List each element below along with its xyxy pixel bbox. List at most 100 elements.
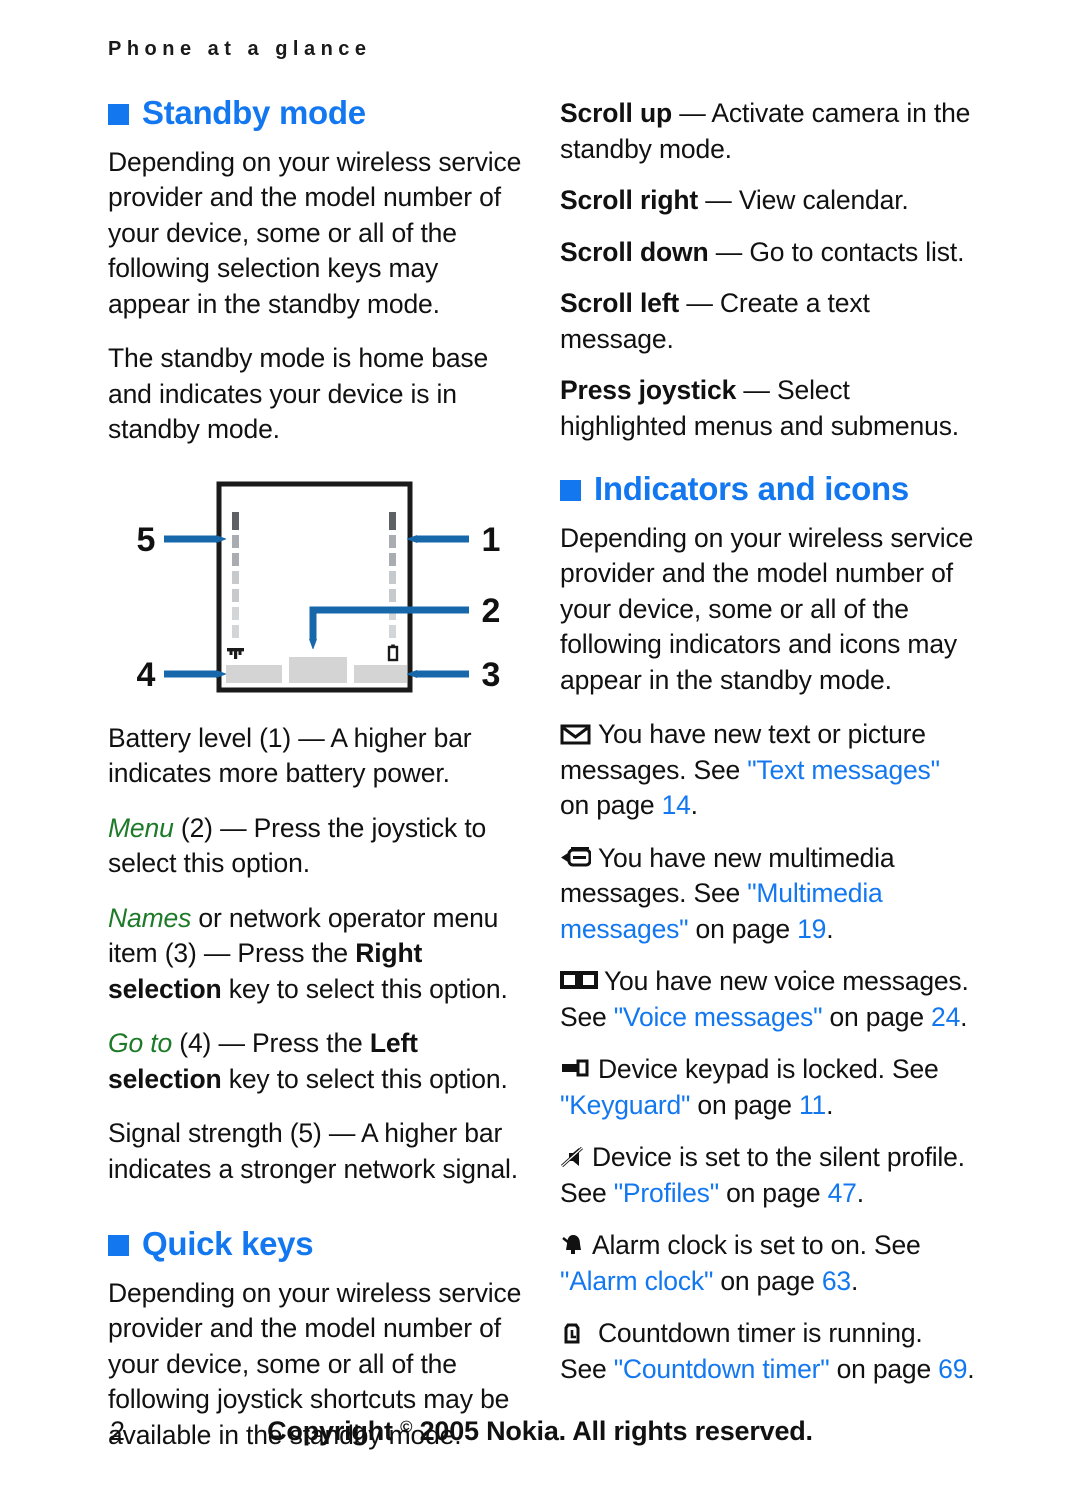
indicator-page-number[interactable]: 24	[931, 1002, 960, 1032]
indicator-page-number[interactable]: 11	[799, 1090, 826, 1120]
callout-number-4: 4	[137, 656, 156, 694]
legend-dash: —	[218, 1028, 245, 1059]
indicator-link[interactable]: "Voice messages"	[614, 1002, 823, 1032]
phone-standby-screen-diagram: 5 4 1 2 3	[108, 467, 523, 699]
envelope-icon	[560, 722, 594, 748]
legend-number: (1)	[259, 722, 292, 753]
quick-key-dash: —	[686, 288, 713, 318]
legend-lead: Names	[108, 902, 192, 933]
quick-keys-heading-label: Quick keys	[142, 1225, 314, 1263]
voice-message-icon	[560, 969, 600, 995]
indicator-multimedia-messages: You have new multimedia messages. See "M…	[560, 841, 975, 948]
left-column: Standby mode Depending on your wireless …	[108, 94, 523, 1472]
quick-key-label: Scroll up	[560, 98, 673, 128]
manual-page: Phone at a glance Standby mode Depending…	[0, 0, 1080, 1496]
quick-key-dash: —	[679, 98, 706, 128]
standby-mode-heading-label: Standby mode	[142, 94, 366, 131]
indicator-text-mid: on page	[688, 913, 798, 944]
indicator-link[interactable]: "Alarm clock"	[560, 1266, 713, 1296]
right-softkey-bar	[354, 664, 407, 683]
callout-number-1: 1	[482, 521, 501, 559]
left-softkey-bar	[226, 664, 282, 683]
silent-profile-icon	[560, 1145, 588, 1171]
indicator-page-number[interactable]: 69	[938, 1354, 967, 1384]
indicator-text-mid: on page	[822, 1001, 932, 1032]
indicator-link[interactable]: "Countdown timer"	[614, 1354, 830, 1384]
indicator-link[interactable]: "Text messages"	[747, 755, 940, 785]
legend-lead: Menu	[108, 812, 174, 843]
alarm-clock-icon	[560, 1233, 588, 1259]
indicator-page-number[interactable]: 63	[822, 1266, 851, 1296]
legend-number: (2)	[180, 812, 213, 843]
indicator-text-messages: You have new text or picture messages. S…	[560, 717, 975, 824]
indicator-text-after: .	[826, 1089, 834, 1120]
indicator-page-number[interactable]: 14	[662, 790, 691, 820]
indicator-countdown-timer: Countdown timer is running. See "Countdo…	[560, 1316, 975, 1387]
legend-item-goto: Go to (4) — Press the Left selection key…	[108, 1026, 523, 1097]
quick-key-text: Go to contacts list.	[749, 236, 965, 267]
indicator-text-mid: on page	[829, 1353, 939, 1384]
legend-item-signal: Signal strength (5) — A higher bar indic…	[108, 1116, 523, 1187]
blue-square-bullet-icon	[560, 479, 581, 501]
indicators-heading-label: Indicators and icons	[594, 470, 909, 507]
indicator-alarm-clock: Alarm clock is set to on. See "Alarm clo…	[560, 1228, 975, 1299]
blue-square-bullet-icon	[108, 1234, 129, 1256]
indicator-text-after: .	[690, 790, 698, 821]
indicator-text: Alarm clock is set to on. See	[592, 1230, 921, 1261]
quick-key-dash: —	[705, 185, 732, 215]
copyright-text-after: 2005 Nokia. All rights reserved.	[412, 1416, 813, 1446]
legend-number: (5)	[289, 1118, 322, 1149]
indicator-text-mid: on page	[713, 1265, 822, 1296]
running-header: Phone at a glance	[108, 38, 372, 60]
legend-number: (3)	[164, 938, 197, 969]
quick-key-dash: —	[743, 375, 770, 405]
footer-copyright: Copyright © 2005 Nokia. All rights reser…	[0, 1416, 1080, 1447]
copyright-text-before: Copyright	[267, 1416, 401, 1446]
standby-paragraph-2: The standby mode is home base and indica…	[108, 343, 489, 445]
standby-paragraph-1: Depending on your wireless service provi…	[108, 146, 522, 319]
indicator-text: Device keypad is locked. See	[598, 1054, 939, 1085]
indicators-paragraph: Depending on your wireless service provi…	[560, 522, 974, 695]
legend-dash: —	[328, 1118, 356, 1149]
diagram-svg: 5 4 1 2 3	[137, 481, 501, 694]
indicator-text-after: .	[960, 1001, 968, 1032]
quick-key-text: View calendar.	[738, 185, 909, 215]
indicator-page-number[interactable]: 47	[828, 1178, 857, 1208]
indicator-text-mid: on page	[718, 1177, 828, 1208]
legend-text-before: Press the	[252, 1028, 370, 1059]
quick-key-item-scroll-down: Scroll down — Go to contacts list.	[560, 235, 975, 271]
multimedia-message-icon	[560, 846, 594, 872]
quick-key-item-scroll-left: Scroll left — Create a text message.	[560, 286, 975, 357]
legend-dash: —	[220, 812, 247, 843]
indicator-link[interactable]: "Profiles"	[614, 1178, 719, 1208]
standby-mode-heading: Standby mode	[108, 94, 523, 131]
legend-item-menu: Menu (2) — Press the joystick to select …	[108, 811, 523, 882]
indicator-voice-messages: You have new voice messages. See "Voice …	[560, 964, 975, 1035]
countdown-timer-icon	[560, 1321, 594, 1347]
quick-key-item-scroll-up: Scroll up — Activate camera in the stand…	[560, 96, 975, 167]
callout-number-3: 3	[482, 656, 501, 694]
copyright-symbol: ©	[400, 1417, 413, 1437]
page-footer: 2 Copyright © 2005 Nokia. All rights res…	[0, 1416, 1080, 1456]
quick-key-dash: —	[715, 236, 743, 267]
legend-number: (4)	[179, 1028, 212, 1059]
indicator-text-after: .	[856, 1177, 864, 1208]
right-column: Scroll up — Activate camera in the stand…	[560, 96, 975, 1404]
indicators-and-icons-heading: Indicators and icons	[560, 470, 975, 507]
indicator-text-mid: on page	[690, 1089, 799, 1120]
legend-dash: —	[298, 722, 325, 753]
legend-lead: Battery level	[108, 722, 252, 753]
legend-text-before: Press the	[237, 938, 356, 969]
quick-key-label: Scroll left	[560, 288, 680, 318]
blue-square-bullet-icon	[108, 103, 129, 125]
quick-keys-heading: Quick keys	[108, 1225, 523, 1263]
indicator-link[interactable]: "Keyguard"	[560, 1090, 690, 1120]
legend-text-after: key to select this option.	[221, 1063, 508, 1094]
legend-lead: Go to	[108, 1028, 173, 1059]
indicator-text-after: .	[850, 1265, 859, 1296]
indicator-text-after: .	[967, 1353, 975, 1384]
callout-number-5: 5	[137, 521, 156, 559]
legend-item-names: Names or network operator menu item (3) …	[108, 901, 523, 1008]
indicator-page-number[interactable]: 19	[797, 914, 826, 944]
callout-number-2: 2	[482, 592, 501, 630]
